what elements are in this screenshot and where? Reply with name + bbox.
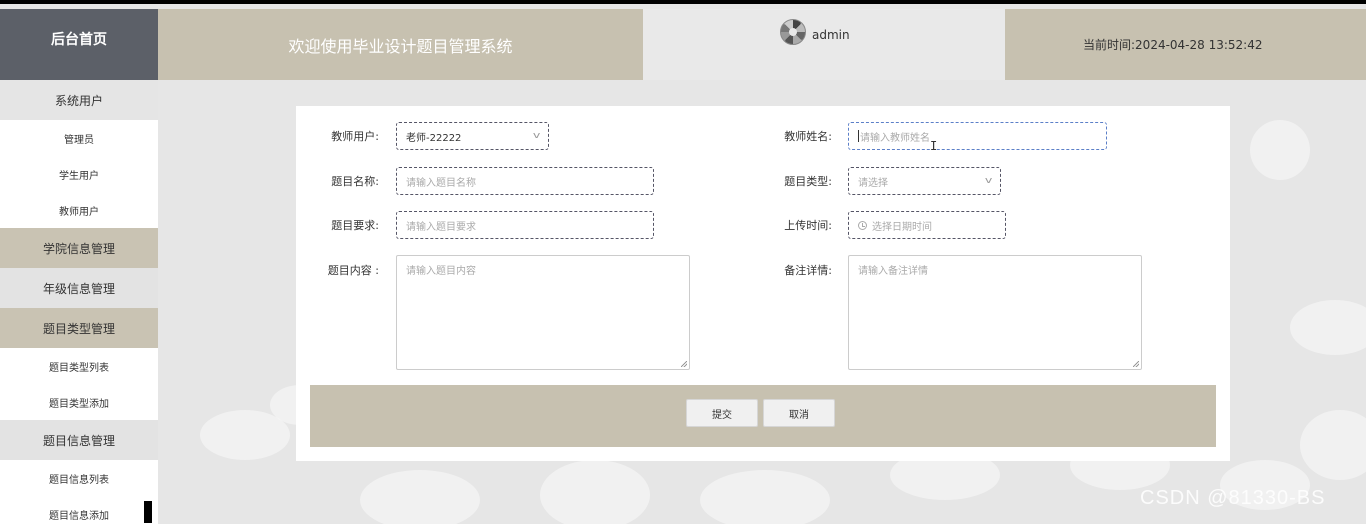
sidebar-item-label: 题目类型添加 [49, 398, 109, 410]
sidebar-item-topic-type-list[interactable]: 题目类型列表 [0, 348, 158, 384]
text-caret [858, 130, 859, 142]
teacher-user-label: 教师用户: [331, 130, 379, 143]
user-box: admin [643, 9, 1005, 80]
sidebar-item-label: 学院信息管理 [42, 241, 115, 256]
teacher-name-input[interactable]: 请输入教师姓名 [848, 122, 1107, 150]
topic-req-placeholder: 请输入题目要求 [406, 221, 476, 233]
sidebar-item-label: 系统用户 [54, 93, 103, 108]
sidebar-item-label: 题目信息添加 [49, 510, 109, 522]
teacher-user-value: 老师-22222 [406, 132, 462, 144]
topic-type-placeholder: 请选择 [858, 177, 888, 189]
sidebar-item-label: 题目类型列表 [49, 362, 109, 374]
welcome-banner: 欢迎使用毕业设计题目管理系统 [158, 9, 643, 80]
sidebar-item-label: 题目信息列表 [49, 474, 109, 486]
header: 后台首页 欢迎使用毕业设计题目管理系统 admin 当前时间: 2024-04-… [0, 9, 1366, 80]
topic-name-placeholder: 请输入题目名称 [406, 177, 476, 189]
sidebar-item-label: 管理员 [64, 134, 94, 146]
sidebar-group-college[interactable]: 学院信息管理 [0, 228, 158, 268]
cancel-button[interactable]: 取消 [763, 399, 835, 427]
clock-icon [858, 220, 867, 230]
sidebar: 系统用户 管理员 学生用户 教师用户 学院信息管理 年级信息管理 题目类型管理 … [0, 80, 158, 524]
resize-handle-icon[interactable] [681, 361, 687, 367]
sidebar-item-admins[interactable]: 管理员 [0, 120, 158, 156]
topic-name-input[interactable]: 请输入题目名称 [396, 167, 654, 195]
username[interactable]: admin [812, 28, 850, 42]
resize-handle-icon[interactable] [1133, 361, 1139, 367]
remarks-textarea[interactable]: 请输入备注详情 [848, 255, 1142, 370]
time-value: 2024-04-28 13:52:42 [1135, 37, 1263, 52]
upload-time-placeholder: 选择日期时间 [872, 221, 932, 233]
avatar[interactable] [780, 19, 806, 45]
upload-time-picker[interactable]: 选择日期时间 [848, 211, 1006, 239]
form-actions: 提交 取消 [310, 385, 1216, 447]
chevron-down-icon: v [984, 176, 993, 186]
topic-req-input[interactable]: 请输入题目要求 [396, 211, 654, 239]
topic-type-select[interactable]: 请选择 v [848, 167, 1001, 195]
teacher-name-placeholder: 请输入教师姓名 [860, 132, 930, 144]
sidebar-group-system-users[interactable]: 系统用户 [0, 80, 158, 120]
sidebar-group-topic-type[interactable]: 题目类型管理 [0, 308, 158, 348]
ibeam-cursor-icon: I [930, 139, 938, 153]
topic-name-label: 题目名称: [331, 175, 379, 188]
topic-req-label: 题目要求: [331, 219, 379, 232]
sidebar-item-topic-info-list[interactable]: 题目信息列表 [0, 460, 158, 496]
topic-content-label: 题目内容 : [327, 264, 379, 277]
sidebar-item-teachers[interactable]: 教师用户 [0, 192, 158, 228]
topic-form: 教师用户: 老师-22222 v 教师姓名: 请输入教师姓名 I 题目名称: 请… [296, 106, 1230, 461]
sidebar-item-label: 学生用户 [59, 170, 99, 182]
upload-time-label: 上传时间: [784, 219, 832, 232]
topic-type-label: 题目类型: [784, 175, 832, 188]
topic-content-placeholder: 请输入题目内容 [406, 266, 476, 277]
watermark: CSDN @81330-BS [1140, 487, 1326, 509]
welcome-text: 欢迎使用毕业设计题目管理系统 [288, 36, 513, 56]
brand-label: 后台首页 [51, 31, 107, 48]
teacher-user-select[interactable]: 老师-22222 v [396, 122, 549, 150]
sidebar-group-topic-info[interactable]: 题目信息管理 [0, 420, 158, 460]
submit-button[interactable]: 提交 [686, 399, 758, 427]
sidebar-item-label: 年级信息管理 [42, 281, 115, 296]
chevron-down-icon: v [532, 131, 541, 141]
sidebar-scrollbar[interactable] [144, 501, 152, 523]
teacher-name-label: 教师姓名: [784, 130, 832, 143]
sidebar-item-label: 题目信息管理 [42, 433, 115, 448]
remarks-placeholder: 请输入备注详情 [858, 266, 928, 277]
topic-content-textarea[interactable]: 请输入题目内容 [396, 255, 690, 370]
current-time: 当前时间: 2024-04-28 13:52:42 [1005, 9, 1366, 80]
sidebar-item-topic-info-add[interactable]: 题目信息添加 [0, 496, 158, 524]
time-label: 当前时间: [1083, 38, 1136, 52]
sidebar-group-grade[interactable]: 年级信息管理 [0, 268, 158, 308]
remarks-label: 备注详情: [784, 264, 832, 277]
sidebar-item-students[interactable]: 学生用户 [0, 156, 158, 192]
admin-home-link[interactable]: 后台首页 [0, 9, 158, 80]
sidebar-item-label: 教师用户 [59, 206, 99, 218]
sidebar-item-topic-type-add[interactable]: 题目类型添加 [0, 384, 158, 420]
sidebar-item-label: 题目类型管理 [42, 321, 115, 336]
